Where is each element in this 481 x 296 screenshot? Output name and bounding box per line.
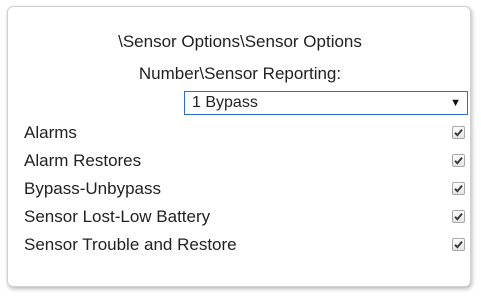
checkmark-icon <box>454 240 463 249</box>
option-checkbox[interactable] <box>452 210 465 223</box>
option-label: Alarms <box>24 123 77 142</box>
option-label: Sensor Trouble and Restore <box>24 235 237 254</box>
option-label: Bypass-Unbypass <box>24 179 162 198</box>
sensor-options-panel: \Sensor Options\Sensor Options Number\Se… <box>7 6 471 287</box>
checkmark-icon <box>454 184 463 193</box>
option-checkbox[interactable] <box>452 126 465 139</box>
checkmark-icon <box>454 128 463 137</box>
option-row-alarms: Alarms <box>24 120 467 146</box>
option-row-sensor-trouble-and-restore: Sensor Trouble and Restore <box>24 232 467 258</box>
option-row-sensor-lost-low-battery: Sensor Lost-Low Battery <box>24 204 467 230</box>
option-checkbox[interactable] <box>452 154 465 167</box>
checkmark-icon <box>454 156 463 165</box>
option-label: Sensor Lost-Low Battery <box>24 207 211 226</box>
option-checkbox[interactable] <box>452 182 465 195</box>
option-row-alarm-restores: Alarm Restores <box>24 148 467 174</box>
sensor-reporting-select[interactable]: 1 Bypass ▼ <box>184 91 468 115</box>
option-label: Alarm Restores <box>24 151 142 170</box>
dropdown-arrow-icon: ▼ <box>450 97 461 109</box>
panel-title-line2: Number\Sensor Reporting: <box>138 64 342 83</box>
option-row-bypass-unbypass: Bypass-Unbypass <box>24 176 467 202</box>
checkmark-icon <box>454 212 463 221</box>
sensor-reporting-select-value: 1 Bypass <box>192 94 258 111</box>
option-checkbox[interactable] <box>452 238 465 251</box>
panel-title-line1: \Sensor Options\Sensor Options <box>118 32 362 51</box>
